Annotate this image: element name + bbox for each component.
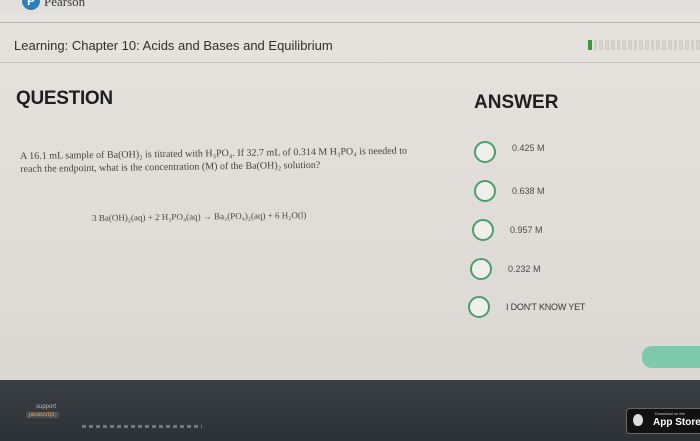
brand-bar: P Pearson bbox=[0, 0, 700, 14]
progress-segment bbox=[662, 40, 666, 50]
answer-option-label: I DON'T KNOW YET bbox=[506, 302, 586, 312]
progress-segment bbox=[656, 40, 661, 50]
progress-segment bbox=[673, 40, 678, 50]
radio-button[interactable] bbox=[470, 258, 492, 280]
radio-button[interactable] bbox=[474, 141, 496, 163]
progress-segment bbox=[593, 40, 598, 50]
answer-option-label: 0.638 M bbox=[512, 186, 545, 196]
progress-segment bbox=[588, 40, 592, 50]
progress-segment bbox=[610, 40, 615, 50]
radio-button[interactable] bbox=[474, 180, 496, 202]
progress-segment bbox=[605, 40, 609, 50]
progress-segment bbox=[679, 40, 683, 50]
support-link[interactable]: support bbox=[36, 404, 56, 410]
answer-option-3[interactable]: 0.957 M bbox=[472, 219, 543, 241]
progress-segment bbox=[633, 40, 638, 50]
progress-segment bbox=[627, 40, 632, 50]
section-divider bbox=[0, 62, 700, 63]
progress-segment bbox=[667, 40, 672, 50]
progress-segment bbox=[696, 40, 700, 50]
chapter-title: Learning: Chapter 10: Acids and Bases an… bbox=[14, 38, 333, 53]
progress-segment bbox=[645, 40, 649, 50]
answer-option-5[interactable]: I DON'T KNOW YET bbox=[468, 296, 585, 318]
quiz-screen: P Pearson Learning: Chapter 10: Acids an… bbox=[0, 0, 700, 441]
brand-name: Pearson bbox=[44, 0, 86, 9]
answer-option-1[interactable]: 0.425 M bbox=[474, 141, 545, 163]
question-text: A 16.1 mL sample of Ba(OH)₂ is titrated … bbox=[20, 145, 408, 175]
pearson-logo-icon: P bbox=[22, 0, 40, 10]
progress-segment bbox=[650, 40, 655, 50]
progress-segment bbox=[690, 40, 695, 50]
answer-option-label: 0.957 M bbox=[510, 225, 543, 235]
footer-text-line bbox=[82, 425, 202, 428]
progress-segment bbox=[684, 40, 689, 50]
progress-segment bbox=[616, 40, 621, 50]
answer-heading: ANSWER bbox=[474, 92, 559, 113]
progress-bar bbox=[588, 40, 700, 50]
answer-option-2[interactable]: 0.638 M bbox=[474, 180, 545, 202]
submit-button[interactable] bbox=[642, 346, 700, 368]
progress-segment bbox=[639, 40, 644, 50]
header-divider bbox=[0, 22, 700, 23]
apple-icon bbox=[633, 414, 643, 426]
app-store-label: App Store bbox=[653, 417, 700, 428]
app-store-badge[interactable]: Download on the App Store bbox=[626, 408, 700, 434]
answer-option-4[interactable]: 0.232 M bbox=[470, 258, 541, 280]
answer-option-label: 0.232 M bbox=[508, 264, 541, 274]
javascript-link[interactable]: javascript; bbox=[26, 412, 60, 418]
question-heading: QUESTION bbox=[16, 88, 113, 109]
app-store-caption: Download on the bbox=[655, 411, 686, 416]
progress-segment bbox=[622, 40, 626, 50]
radio-button[interactable] bbox=[468, 296, 490, 318]
answer-option-label: 0.425 M bbox=[512, 143, 545, 153]
chemical-equation: 3 Ba(OH)₂(aq) + 2 H₃PO₄(aq) → Ba₃(PO₄)₂(… bbox=[92, 210, 307, 223]
progress-segment bbox=[599, 40, 604, 50]
radio-button[interactable] bbox=[472, 219, 494, 241]
footer: support javascript; Download on the App … bbox=[0, 380, 700, 441]
